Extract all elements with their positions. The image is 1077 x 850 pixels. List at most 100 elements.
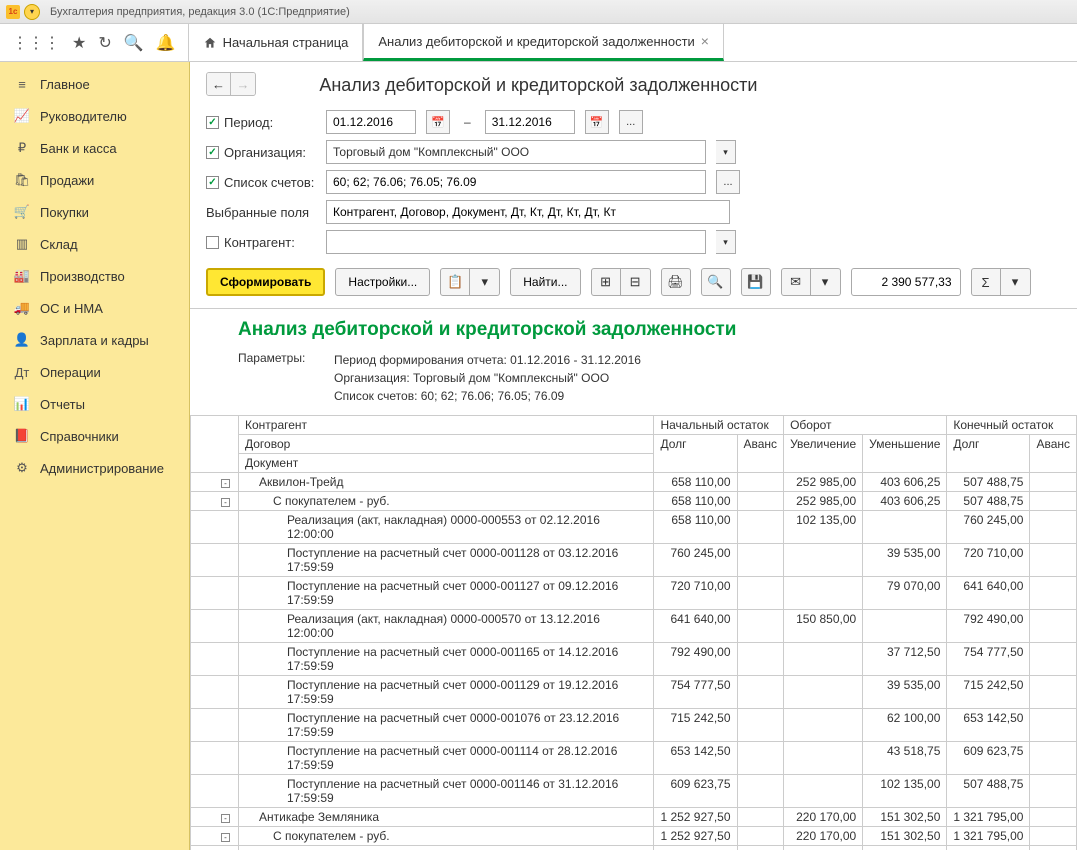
row-name: Реализация (акт, накладная) 0000-000560 …	[239, 846, 654, 850]
chevron-down-icon[interactable]: ▾	[716, 140, 736, 164]
page-title: Анализ дебиторской и кредиторской задолж…	[319, 75, 757, 96]
expand-toggle[interactable]: -	[221, 814, 230, 823]
table-row[interactable]: Поступление на расчетный счет 0000-00114…	[191, 775, 1077, 808]
sidebar-item-1[interactable]: 📈Руководителю	[0, 100, 189, 132]
cell-um: 37 712,50	[863, 643, 947, 676]
chevron-down-icon[interactable]: ▾	[716, 230, 736, 254]
cell-ka	[1030, 544, 1077, 577]
favorite-icon[interactable]: ★	[72, 33, 86, 53]
sidebar-label: Продажи	[40, 173, 94, 188]
date-to-input[interactable]	[485, 110, 575, 134]
cell-um	[863, 610, 947, 643]
table-row[interactable]: -Аквилон-Трейд658 110,00252 985,00403 60…	[191, 473, 1077, 492]
tab-active-label: Анализ дебиторской и кредиторской задолж…	[378, 34, 694, 49]
table-row[interactable]: Поступление на расчетный счет 0000-00112…	[191, 544, 1077, 577]
calendar-icon[interactable]: 📅	[426, 110, 450, 134]
table-row[interactable]: Поступление на расчетный счет 0000-00107…	[191, 709, 1077, 742]
date-from-input[interactable]	[326, 110, 416, 134]
table-row[interactable]: Поступление на расчетный счет 0000-00111…	[191, 742, 1077, 775]
apps-grid-icon[interactable]: ⋮⋮⋮	[12, 33, 60, 53]
row-gutter	[191, 643, 239, 676]
forward-button[interactable]: →	[231, 73, 255, 95]
sidebar-item-12[interactable]: ⚙Администрирование	[0, 452, 189, 484]
expand-toggle[interactable]: -	[221, 498, 230, 507]
find-button[interactable]: Найти...	[510, 268, 580, 296]
sidebar-item-7[interactable]: 🚚ОС и НМА	[0, 292, 189, 324]
contr-checkbox[interactable]	[206, 236, 219, 249]
table-row[interactable]: -С покупателем - руб.658 110,00252 985,0…	[191, 492, 1077, 511]
table-row[interactable]: Реализация (акт, накладная) 0000-000570 …	[191, 610, 1077, 643]
contr-select[interactable]	[326, 230, 706, 254]
cell-kd: 760 245,00	[947, 511, 1030, 544]
table-row[interactable]: Реализация (акт, накладная) 0000-000553 …	[191, 511, 1077, 544]
period-checkbox[interactable]: ✓	[206, 116, 219, 129]
cell-u	[784, 676, 863, 709]
calendar-icon[interactable]: 📅	[585, 110, 609, 134]
th-end: Конечный остаток	[947, 416, 1077, 435]
cell-d: 760 245,00	[654, 544, 737, 577]
back-button[interactable]: ←	[207, 73, 231, 95]
cell-um: 39 535,00	[863, 544, 947, 577]
history-icon[interactable]: ↻	[98, 33, 111, 53]
accounts-more-button[interactable]: ...	[716, 170, 740, 194]
table-row[interactable]: Поступление на расчетный счет 0000-00112…	[191, 577, 1077, 610]
table-row[interactable]: Поступление на расчетный счет 0000-00112…	[191, 676, 1077, 709]
chevron-down-icon[interactable]: ▾	[1001, 268, 1031, 296]
cell-kd: 792 490,00	[947, 610, 1030, 643]
table-row[interactable]: -С покупателем - руб.1 252 927,50220 170…	[191, 827, 1077, 846]
accounts-checkbox[interactable]: ✓	[206, 176, 219, 189]
home-icon	[203, 36, 217, 50]
sidebar-item-10[interactable]: 📊Отчеты	[0, 388, 189, 420]
period-more-button[interactable]: ...	[619, 110, 643, 134]
cell-a	[737, 577, 784, 610]
sidebar-item-8[interactable]: 👤Зарплата и кадры	[0, 324, 189, 356]
amount-input[interactable]	[851, 268, 961, 296]
sidebar-item-9[interactable]: ДтОперации	[0, 356, 189, 388]
print-icon[interactable]: 🖨	[661, 268, 691, 296]
cell-ka	[1030, 577, 1077, 610]
sidebar-item-2[interactable]: ₽Банк и касса	[0, 132, 189, 164]
chevron-down-icon[interactable]: ▾	[811, 268, 841, 296]
tab-home[interactable]: Начальная страница	[188, 24, 364, 61]
close-icon[interactable]: ×	[701, 33, 709, 49]
app-dropdown-icon[interactable]: ▾	[24, 4, 40, 20]
table-row[interactable]: Поступление на расчетный счет 0000-00116…	[191, 643, 1077, 676]
org-select[interactable]: Торговый дом "Комплексный" ООО	[326, 140, 706, 164]
expand-icon[interactable]: ⊞	[591, 268, 621, 296]
window-titlebar: 1c ▾ Бухгалтерия предприятия, редакция 3…	[0, 0, 1077, 24]
sidebar-item-11[interactable]: 📕Справочники	[0, 420, 189, 452]
cell-a	[737, 676, 784, 709]
accounts-input[interactable]	[326, 170, 706, 194]
table-row[interactable]: -Антикафе Земляника1 252 927,50220 170,0…	[191, 808, 1077, 827]
expand-toggle[interactable]: -	[221, 479, 230, 488]
cell-kd: 1 277 527,50	[947, 846, 1030, 850]
sidebar-label: Производство	[40, 269, 125, 284]
bell-icon[interactable]: 🔔	[156, 33, 176, 53]
preview-icon[interactable]: 🔍	[701, 268, 731, 296]
sidebar-item-4[interactable]: 🛒Покупки	[0, 196, 189, 228]
expand-toggle[interactable]: -	[221, 833, 230, 842]
settings-button[interactable]: Настройки...	[335, 268, 430, 296]
sidebar-icon: Дт	[14, 364, 30, 380]
sidebar-icon: ▥	[14, 236, 30, 252]
th-contract: Договор	[239, 435, 654, 454]
fields-input[interactable]	[326, 200, 730, 224]
generate-button[interactable]: Сформировать	[206, 268, 325, 296]
save-icon[interactable]: 💾	[741, 268, 771, 296]
search-icon[interactable]: 🔍	[124, 33, 144, 53]
params-values: Период формирования отчета: 01.12.2016 -…	[334, 351, 641, 405]
sidebar-label: Банк и касса	[40, 141, 117, 156]
sidebar-item-3[interactable]: 🛍Продажи	[0, 164, 189, 196]
chevron-down-icon[interactable]: ▾	[470, 268, 500, 296]
mail-icon[interactable]: ✉	[781, 268, 811, 296]
sidebar-item-5[interactable]: ▥Склад	[0, 228, 189, 260]
cell-a	[737, 544, 784, 577]
tab-active[interactable]: Анализ дебиторской и кредиторской задолж…	[363, 24, 724, 61]
sidebar-item-6[interactable]: 🏭Производство	[0, 260, 189, 292]
sigma-icon[interactable]: Σ	[971, 268, 1001, 296]
collapse-icon[interactable]: ⊟	[621, 268, 651, 296]
table-row[interactable]: Реализация (акт, накладная) 0000-000560 …	[191, 846, 1077, 850]
sidebar-item-0[interactable]: ≡Главное	[0, 68, 189, 100]
copy-icon[interactable]: 📋	[440, 268, 470, 296]
org-checkbox[interactable]: ✓	[206, 146, 219, 159]
